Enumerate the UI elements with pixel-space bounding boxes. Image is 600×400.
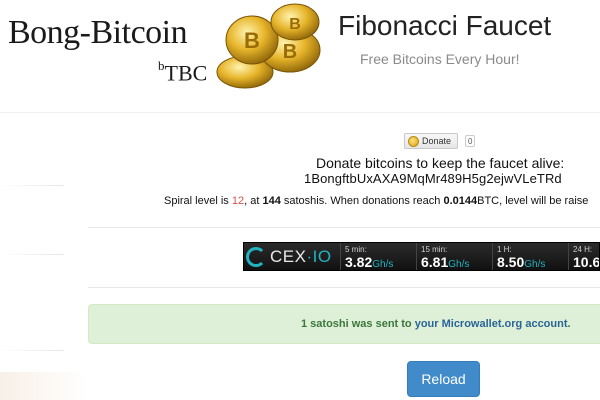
spiral-after-satoshis: satoshis. When donations reach (280, 195, 444, 207)
hashrate-value: 6.81Gh/s (421, 254, 492, 270)
donation-address: 1BongftbUxAXA9MqMr489H5g2ejwVLeTRd (304, 171, 562, 186)
divider (0, 254, 64, 255)
hashrate-5min: 5 min: 3.82Gh/s (340, 243, 416, 270)
hashrate-unit: Gh/s (524, 259, 546, 270)
page-title: Fibonacci Faucet (338, 10, 552, 41)
hashrate-number: 10.6 (573, 254, 600, 270)
success-suffix: . (567, 318, 571, 330)
spiral-suffix: BTC, level will be raise (477, 195, 589, 207)
success-prefix: 1 satoshi was sent to (301, 318, 415, 330)
hashrate-number: 8.50 (497, 254, 525, 270)
cex-hashrate-widget[interactable]: CEX·IO 5 min: 3.82Gh/s 15 min: 6.81Gh/s … (243, 242, 600, 271)
divider (0, 112, 600, 113)
divider (0, 350, 64, 351)
microwallet-link[interactable]: your Microwallet.org account (415, 318, 568, 330)
hashrate-unit: Gh/s (448, 259, 470, 270)
hashrate-value: 8.50Gh/s (497, 254, 568, 270)
hashrate-1h: 1 H: 8.50Gh/s (492, 243, 568, 270)
divider (88, 227, 600, 228)
page-tagline: Free Bitcoins Every Hour! (360, 51, 520, 67)
spiral-satoshis-value: 144 (262, 195, 281, 207)
success-alert: 1 satoshi was sent to your Microwallet.o… (88, 304, 600, 344)
divider (0, 185, 64, 186)
hashrate-unit: Gh/s (372, 259, 394, 270)
spiral-prefix: Spiral level is (164, 195, 232, 207)
logo-subtitle-prefix: b (158, 58, 165, 73)
hashrate-number: 6.81 (421, 254, 449, 270)
svg-text:B: B (289, 16, 301, 33)
spiral-level-info: Spiral level is 12, at 144 satoshis. Whe… (164, 195, 588, 207)
decorative-gradient (0, 372, 88, 400)
spiral-level-value: 12 (231, 195, 245, 207)
bitcoin-icon (408, 135, 419, 147)
donate-message: Donate bitcoins to keep the faucet alive… (316, 155, 565, 171)
hashrate-value: 3.82Gh/s (345, 254, 416, 270)
reload-button[interactable]: Reload (407, 361, 480, 397)
spiral-target-value: 0.0144 (443, 195, 478, 207)
svg-text:B: B (244, 28, 260, 53)
divider (88, 287, 600, 288)
hashrate-number: 3.82 (345, 254, 373, 270)
cex-logo-icon (246, 247, 266, 267)
cex-brand-accent: ·IO (306, 247, 332, 266)
bitcoin-coins-icon: B B B (216, 3, 321, 89)
success-message: 1 satoshi was sent to your Microwallet.o… (301, 318, 571, 330)
spiral-mid: , at (244, 195, 263, 207)
svg-text:B: B (283, 41, 297, 63)
cex-logo-text: CEX·IO (270, 247, 332, 267)
hashrate-24h: 24 H: 10.6 (568, 243, 600, 270)
hashrate-value: 10.6 (573, 254, 600, 270)
donate-button[interactable]: Donate (404, 133, 459, 149)
donate-button-label: Donate (422, 136, 452, 146)
logo-title: Bong-Bitcoin (8, 14, 188, 51)
donate-count-badge: 0 (465, 135, 476, 147)
cex-logo: CEX·IO (246, 245, 340, 269)
cex-brand-main: CEX (270, 247, 307, 266)
hashrate-15min: 15 min: 6.81Gh/s (416, 243, 492, 270)
